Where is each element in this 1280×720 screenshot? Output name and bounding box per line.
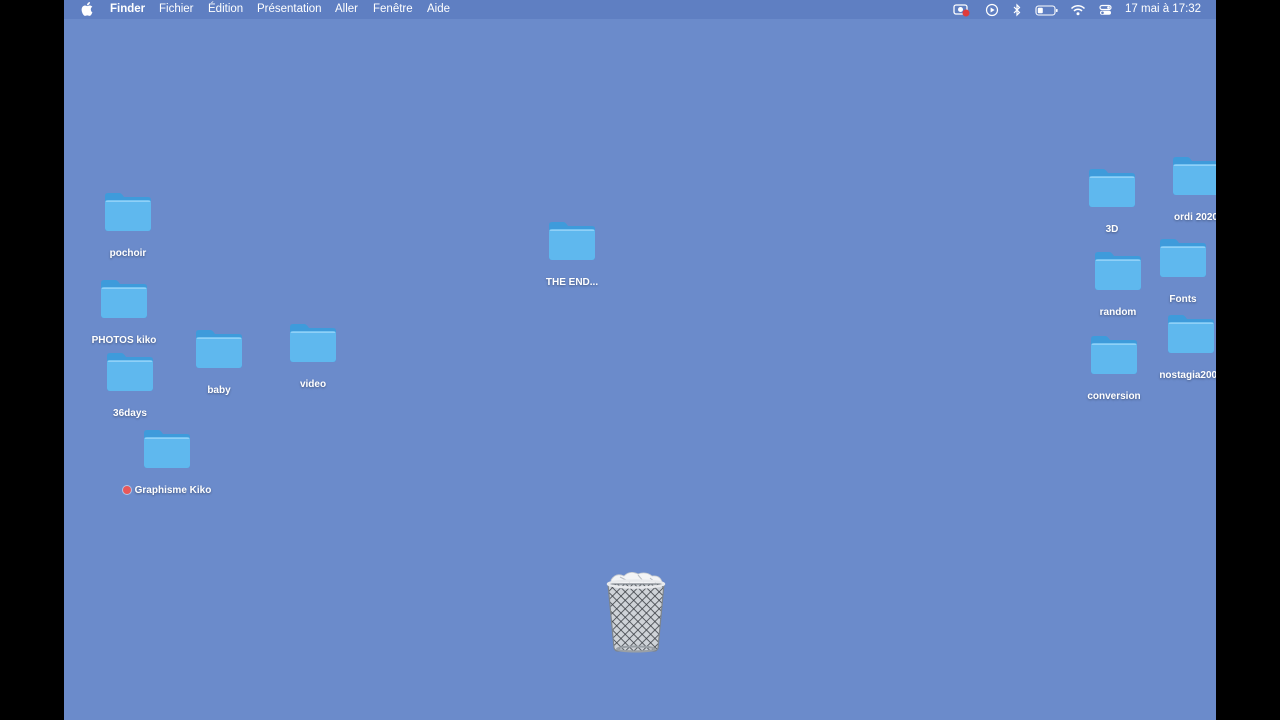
desktop-folder-graphisme-kiko[interactable]: Graphisme Kiko (102, 429, 232, 509)
play-icon[interactable] (985, 3, 999, 20)
menu-presentation[interactable]: Présentation (257, 3, 322, 16)
folder-label: pochoir (109, 248, 147, 259)
menu-clock[interactable]: 17 mai à 17:32 (1125, 3, 1201, 16)
desktop[interactable]: Finder Fichier Édition Présentation Alle… (64, 0, 1216, 720)
folder-icon (1160, 239, 1206, 277)
menu-app-name[interactable]: Finder (110, 3, 145, 16)
folder-label: video (299, 379, 327, 390)
desktop-folder-fonts[interactable]: Fonts (1118, 238, 1216, 318)
control-center-icon[interactable] (1098, 3, 1114, 20)
folder-icon (290, 324, 336, 362)
folder-label: Fonts (1169, 294, 1197, 305)
wifi-icon[interactable] (1070, 3, 1086, 20)
folder-label-row: Graphisme Kiko (102, 485, 232, 496)
folder-icon (1168, 315, 1214, 353)
folder-label: THE END... (545, 277, 599, 288)
menu-aller[interactable]: Aller (335, 3, 358, 16)
menu-fichier[interactable]: Fichier (159, 3, 194, 16)
trash-full-icon[interactable] (604, 570, 668, 654)
folder-icon (105, 193, 151, 231)
folder-label: nostagia2000 (1159, 370, 1216, 381)
red-tag-icon (122, 486, 131, 494)
folder-icon (1173, 157, 1216, 195)
apple-logo-icon[interactable] (81, 2, 93, 20)
folder-label: 36days (113, 408, 147, 419)
screen-record-icon[interactable] (953, 3, 971, 20)
menu-edition[interactable]: Édition (208, 3, 243, 16)
desktop-folder-ordi-2020[interactable]: ordi 2020 (1131, 156, 1216, 236)
folder-label: Graphisme Kiko (134, 485, 212, 496)
desktop-folder-the-end[interactable]: THE END... (507, 221, 637, 301)
folder-icon (107, 353, 153, 391)
desktop-folder-pochoir[interactable]: pochoir (64, 192, 193, 272)
folder-label: ordi 2020 (1174, 212, 1216, 223)
folder-icon (549, 222, 595, 260)
folder-icon (196, 330, 242, 368)
bluetooth-icon[interactable] (1012, 3, 1022, 20)
battery-icon[interactable] (1035, 3, 1059, 20)
menu-aide[interactable]: Aide (427, 3, 450, 16)
menu-bar: Finder Fichier Édition Présentation Alle… (64, 0, 1216, 19)
desktop-folder-nostagia2000[interactable]: nostagia2000 (1126, 314, 1216, 394)
folder-icon (1089, 169, 1135, 207)
menu-fenetre[interactable]: Fenêtre (373, 3, 413, 16)
folder-icon (101, 280, 147, 318)
folder-icon (144, 430, 190, 468)
desktop-folder-video[interactable]: video (248, 323, 378, 403)
